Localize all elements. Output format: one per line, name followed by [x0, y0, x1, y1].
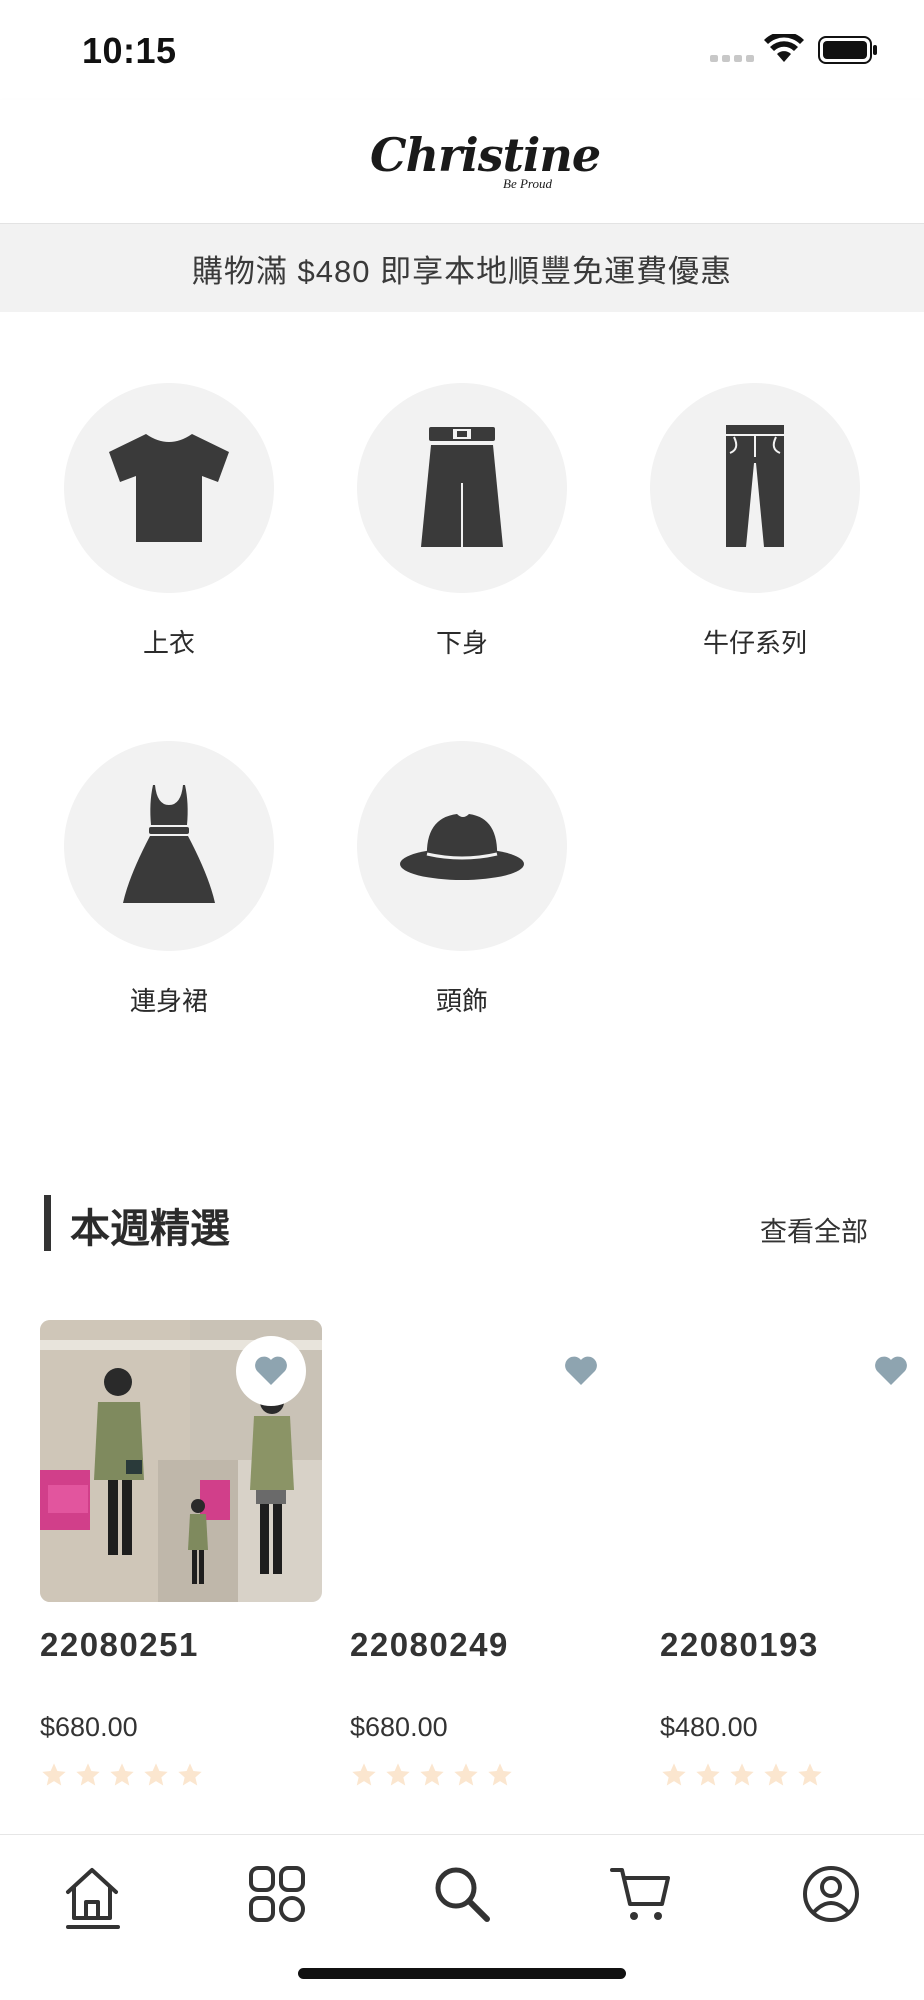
- product-image[interactable]: [350, 1320, 632, 1602]
- active-tab-indicator: [66, 1925, 120, 1929]
- rating-stars: [660, 1761, 924, 1789]
- search-icon: [435, 1867, 490, 1922]
- heart-icon: [565, 1356, 597, 1385]
- category-circle: [357, 741, 567, 951]
- brand-logo[interactable]: Christine Be Proud: [370, 128, 601, 198]
- heart-icon: [255, 1356, 287, 1385]
- home-indicator: [298, 1968, 626, 1979]
- product-id: 22080193: [660, 1626, 819, 1663]
- section-title: 本週精選: [70, 1207, 230, 1251]
- favorite-button[interactable]: [546, 1336, 616, 1406]
- wifi-icon: [764, 34, 804, 62]
- rating-stars: [40, 1761, 322, 1789]
- account-icon: [803, 1866, 859, 1922]
- tab-search[interactable]: [417, 1849, 507, 1939]
- product-card[interactable]: 22080251 $680.00: [40, 1320, 322, 1789]
- category-label: 頭飾: [435, 986, 488, 1016]
- categories-icon: [249, 1866, 305, 1922]
- view-all-link[interactable]: 查看全部: [760, 1210, 868, 1249]
- dress-icon: [123, 785, 215, 903]
- category-circle: [64, 383, 274, 593]
- jeans-icon: [726, 425, 784, 547]
- category-label: 下身: [435, 628, 488, 658]
- product-card[interactable]: 22080249 $680.00: [350, 1320, 632, 1789]
- home-icon: [66, 1868, 118, 1920]
- star-icon: [730, 1763, 754, 1786]
- cart-icon: [610, 1868, 670, 1920]
- star-icon: [110, 1763, 134, 1786]
- hat-icon: [400, 814, 524, 880]
- product-image[interactable]: [660, 1320, 924, 1602]
- status-bar: 10:15: [0, 0, 924, 100]
- star-icon: [662, 1763, 686, 1786]
- app-header: Christine Be Proud: [0, 100, 924, 224]
- tab-categories[interactable]: [232, 1849, 322, 1939]
- product-price: $480.00: [660, 1712, 758, 1742]
- category-tops[interactable]: 上衣: [64, 383, 274, 660]
- favorite-button[interactable]: [856, 1336, 924, 1406]
- tab-cart[interactable]: [597, 1849, 687, 1939]
- product-image[interactable]: [40, 1320, 322, 1602]
- category-label: 上衣: [142, 628, 195, 658]
- favorite-button[interactable]: [236, 1336, 306, 1406]
- category-circle: [650, 383, 860, 593]
- star-icon: [144, 1763, 168, 1786]
- product-id: 22080251: [40, 1626, 199, 1663]
- logo-tagline: Be Proud: [503, 176, 552, 191]
- star-icon: [352, 1763, 376, 1786]
- promo-banner: 購物滿 $480 即享本地順豐免運費優惠: [0, 224, 924, 312]
- tshirt-icon: [109, 434, 229, 542]
- star-icon: [178, 1763, 202, 1786]
- star-icon: [42, 1763, 66, 1786]
- category-headwear[interactable]: 頭飾: [357, 741, 567, 1018]
- product-price: $680.00: [350, 1712, 448, 1742]
- category-label: 牛仔系列: [702, 628, 807, 658]
- heart-icon: [875, 1356, 907, 1385]
- star-icon: [488, 1763, 512, 1786]
- signal-icon: [710, 55, 754, 62]
- promo-text: 購物滿 $480 即享本地順豐免運費優惠: [191, 253, 733, 289]
- product-id: 22080249: [350, 1626, 509, 1663]
- product-card[interactable]: 22080193 $480.00: [660, 1320, 924, 1789]
- category-circle: [357, 383, 567, 593]
- tab-account[interactable]: [786, 1849, 876, 1939]
- logo-text: Christine: [370, 128, 601, 182]
- star-icon: [454, 1763, 478, 1786]
- category-denim[interactable]: 牛仔系列: [650, 383, 860, 660]
- star-icon: [798, 1763, 822, 1786]
- category-label: 連身裙: [129, 986, 208, 1016]
- battery-icon: [818, 36, 877, 64]
- category-circle: [64, 741, 274, 951]
- section-accent-bar: [44, 1195, 51, 1251]
- star-icon: [386, 1763, 410, 1786]
- star-icon: [764, 1763, 788, 1786]
- skirt-icon: [421, 427, 503, 547]
- star-icon: [420, 1763, 444, 1786]
- star-icon: [76, 1763, 100, 1786]
- status-time: 10:15: [82, 30, 177, 71]
- category-dresses[interactable]: 連身裙: [64, 741, 274, 1018]
- category-bottoms[interactable]: 下身: [357, 383, 567, 660]
- rating-stars: [350, 1761, 632, 1789]
- star-icon: [696, 1763, 720, 1786]
- product-price: $680.00: [40, 1712, 138, 1742]
